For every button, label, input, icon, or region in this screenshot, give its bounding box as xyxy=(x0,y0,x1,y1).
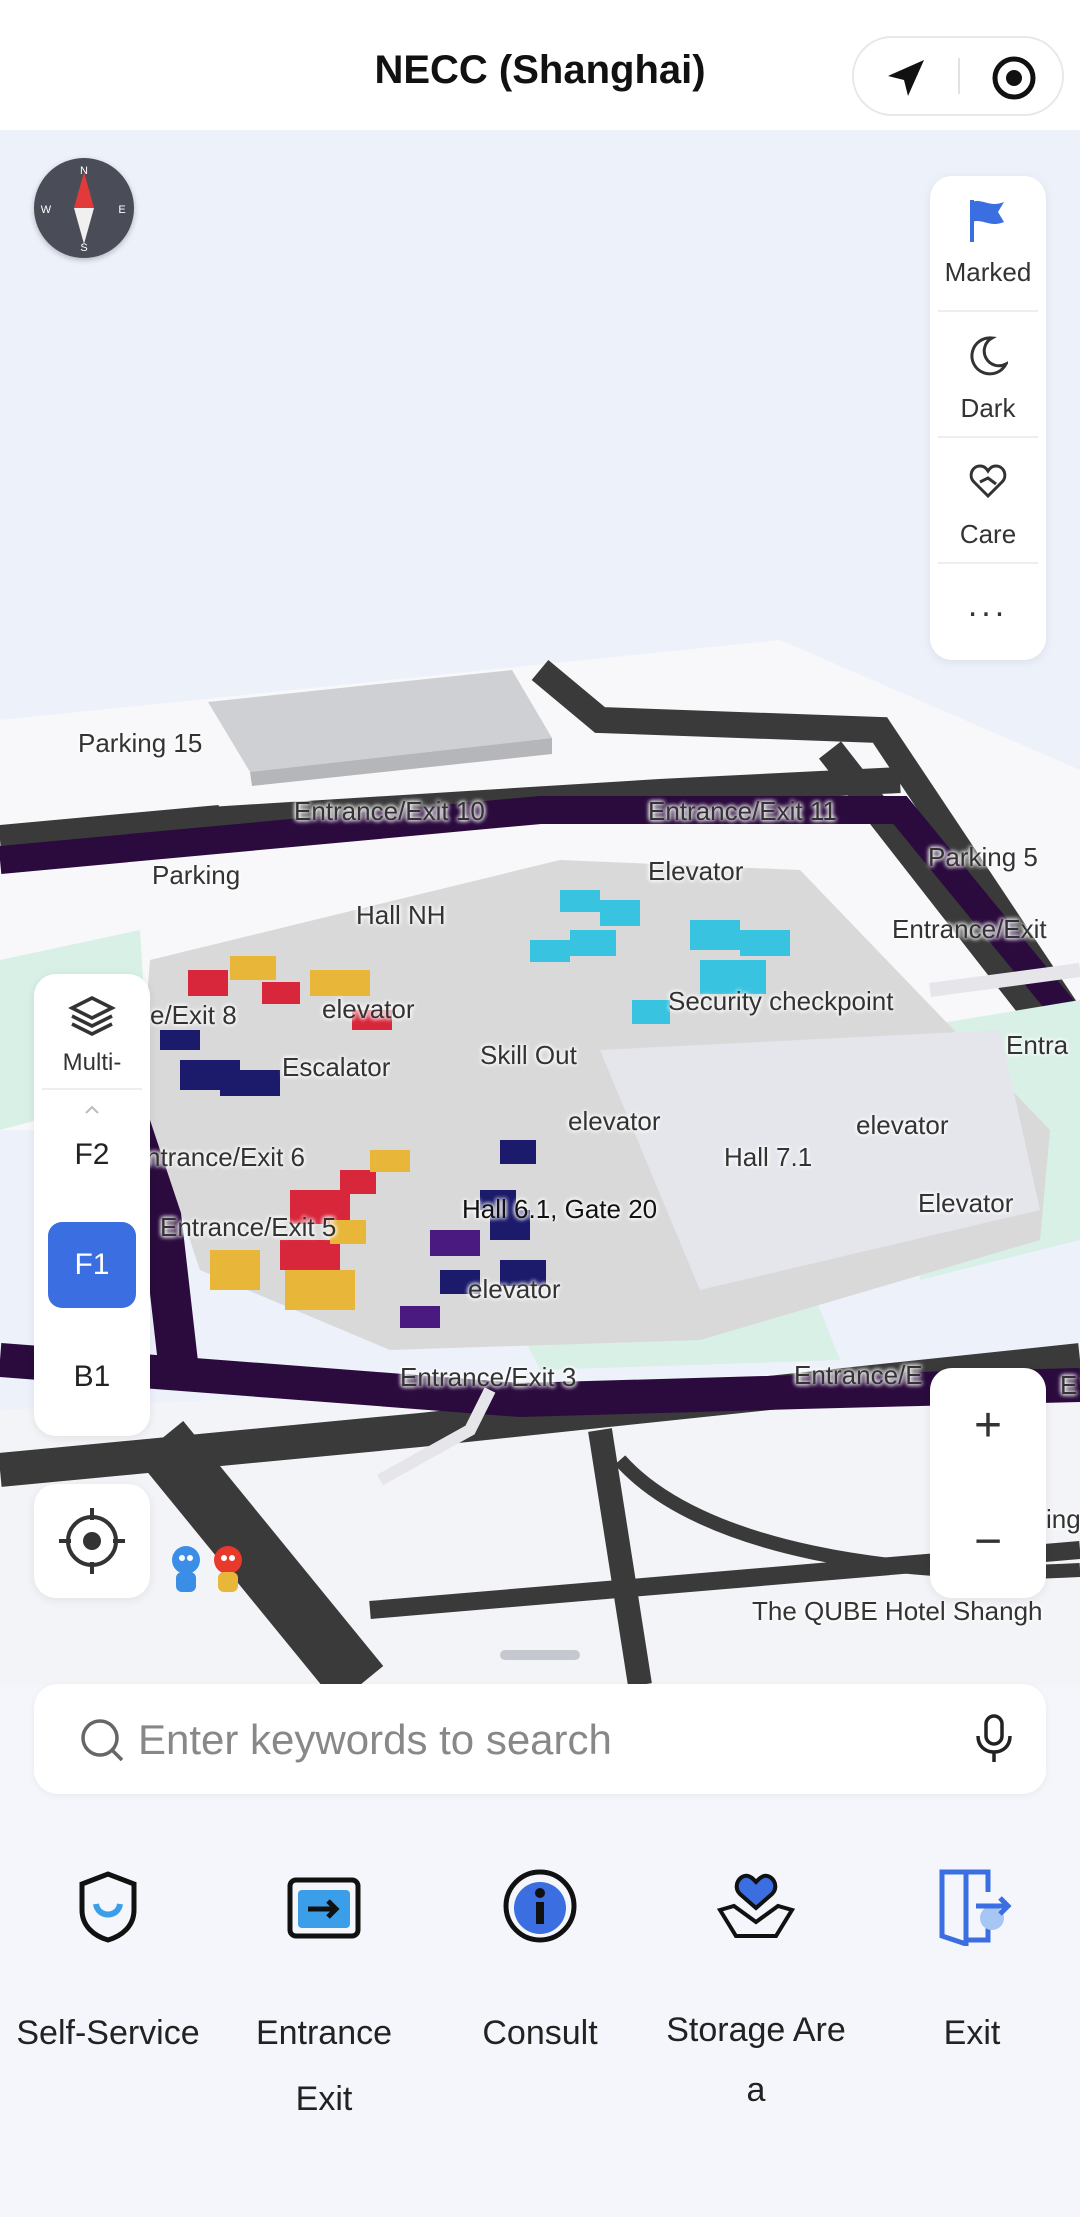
map-label[interactable]: Parking xyxy=(152,860,240,891)
care-mode-button[interactable]: Care xyxy=(930,438,1046,564)
map-label[interactable]: Elevator xyxy=(648,856,743,887)
map-label[interactable]: elevator xyxy=(568,1106,661,1137)
more-button[interactable]: ... xyxy=(930,564,1046,660)
zoom-out-button[interactable]: − xyxy=(930,1484,1046,1598)
search-input[interactable]: Enter keywords to search xyxy=(138,1716,612,1764)
action-label: Self-Service xyxy=(16,2014,200,2052)
floor-b1[interactable]: B1 xyxy=(48,1334,136,1420)
map-label[interactable]: Entrance/E xyxy=(794,1360,923,1391)
floor-f2[interactable]: F2 xyxy=(48,1112,136,1198)
map-label[interactable]: ing xyxy=(1046,1504,1080,1535)
map-label[interactable]: Skill Out xyxy=(480,1040,577,1071)
zoom-control: + − xyxy=(930,1368,1046,1598)
map-label[interactable]: Hall 7.1 xyxy=(724,1142,812,1173)
capsule-divider xyxy=(958,58,960,94)
compass-n: N xyxy=(80,165,88,177)
map-label[interactable]: Entrance/Exit 3 xyxy=(400,1362,576,1393)
map-label[interactable]: Entra xyxy=(1006,1030,1068,1061)
search-icon xyxy=(81,1719,124,1762)
map-view[interactable]: Parking 15 Entrance/Exit 10 Entrance/Exi… xyxy=(0,130,1080,1685)
map-label[interactable]: elevator xyxy=(322,994,415,1025)
info-icon xyxy=(503,1869,577,1943)
map-label[interactable]: Entrance/Exit 10 xyxy=(294,796,485,827)
map-label[interactable]: Parking 15 xyxy=(78,728,202,759)
compass-w: W xyxy=(41,204,52,216)
map-label[interactable]: Elevator xyxy=(918,1188,1013,1219)
compass-e: E xyxy=(118,204,125,216)
drawer-handle[interactable] xyxy=(500,1650,580,1660)
mascot-image xyxy=(162,1540,258,1596)
zoom-in-button[interactable]: + xyxy=(930,1368,1046,1482)
quick-actions: Self-Service Entrance Exit Consult Stora… xyxy=(0,1840,1080,2140)
layers-button[interactable]: Multi- xyxy=(34,988,150,1088)
layers-icon xyxy=(68,996,116,1036)
storage-heart-icon xyxy=(716,1873,796,1938)
action-label: Entrance Exit xyxy=(255,2014,393,2118)
map-label[interactable]: elevator xyxy=(856,1110,949,1141)
map-label[interactable]: ntrance/Exit 6 xyxy=(146,1142,305,1173)
self-service-icon xyxy=(79,1871,137,1943)
action-label: Consult xyxy=(482,2014,598,2052)
search-bar[interactable]: Enter keywords to search xyxy=(34,1684,1046,1794)
close-target-icon[interactable] xyxy=(986,50,1042,106)
map-label[interactable]: E xyxy=(1060,1370,1077,1401)
marked-label: Marked xyxy=(944,257,1032,287)
action-label: Storage Are a xyxy=(666,2011,846,2109)
exit-door-icon xyxy=(939,1869,1012,1946)
dark-mode-button[interactable]: Dark xyxy=(930,312,1046,438)
microphone-icon[interactable] xyxy=(974,1712,1014,1766)
map-label[interactable]: e/Exit 8 xyxy=(150,1000,237,1031)
entrance-exit-icon xyxy=(287,1877,361,1939)
map-label[interactable]: Entrance/Exit 11 xyxy=(648,796,837,827)
map-label[interactable]: Entrance/Exit 5 xyxy=(160,1212,336,1243)
map-label[interactable]: Entrance/Exit xyxy=(892,914,1047,945)
layers-label: Multi- xyxy=(62,1049,122,1076)
flag-icon xyxy=(968,198,1008,242)
map-label[interactable]: The QUBE Hotel Shangh xyxy=(752,1596,1043,1627)
map-label[interactable]: elevator xyxy=(468,1274,561,1305)
compass-s: S xyxy=(80,242,87,254)
top-bar: NECC (Shanghai) xyxy=(0,0,1080,130)
map-tool-panel: Marked Dark Care ... xyxy=(930,176,1046,660)
heart-hands-icon xyxy=(968,460,1008,504)
map-label[interactable]: Escalator xyxy=(282,1052,390,1083)
dark-label: Dark xyxy=(960,393,1016,423)
map-label[interactable]: Hall NH xyxy=(356,900,446,931)
map-canvas xyxy=(0,640,1080,1685)
marked-button[interactable]: Marked xyxy=(930,176,1046,302)
mini-program-capsule xyxy=(852,36,1064,116)
crosshair-icon xyxy=(59,1508,125,1574)
divider xyxy=(42,1088,142,1090)
compass-icon[interactable]: N S E W xyxy=(34,158,134,258)
navigation-arrow-icon[interactable] xyxy=(878,50,934,106)
map-label[interactable]: Parking 5 xyxy=(928,842,1038,873)
moon-icon xyxy=(968,334,1010,378)
map-label[interactable]: Security checkpoint xyxy=(668,986,893,1017)
more-dots-icon: ... xyxy=(967,586,1009,624)
floor-selector: Multi- F2 F1 B1 xyxy=(34,974,150,1436)
locate-me-button[interactable] xyxy=(34,1484,150,1598)
floor-f1[interactable]: F1 xyxy=(48,1222,136,1308)
action-label: Exit xyxy=(943,2014,1001,2052)
care-label: Care xyxy=(959,519,1017,549)
map-label[interactable]: Hall 6.1, Gate 20 xyxy=(462,1194,657,1225)
